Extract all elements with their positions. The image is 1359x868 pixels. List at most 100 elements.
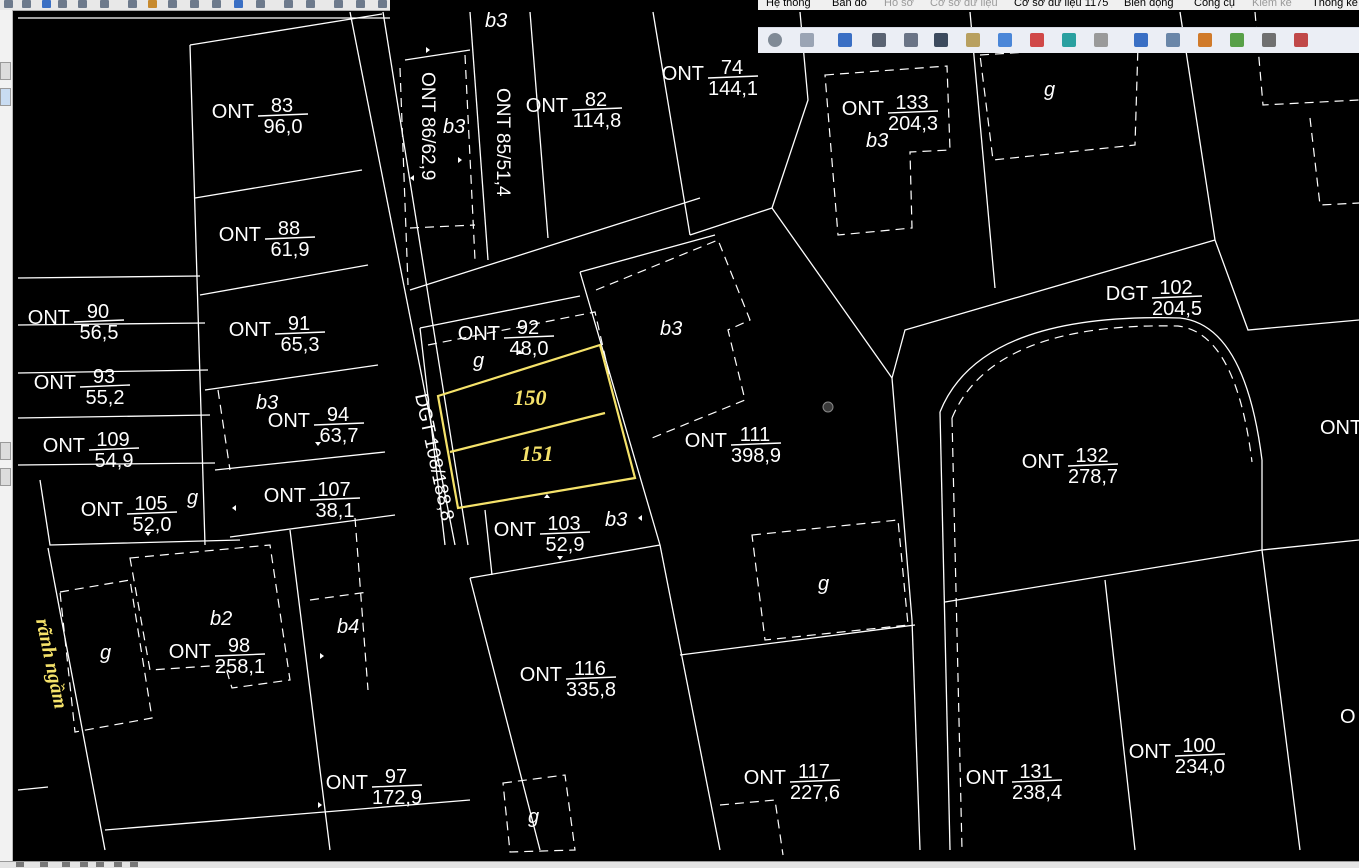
map-icon[interactable]	[1198, 33, 1212, 47]
status-icon	[130, 862, 138, 867]
parcel-label-88[interactable]: ONT 8861,9	[219, 218, 316, 261]
building-label-b2: b2	[210, 608, 232, 630]
menu-item[interactable]: Thống kê	[1312, 0, 1358, 10]
settings-icon[interactable]	[378, 0, 387, 8]
vertical-parcel-label[interactable]: ONT 86/62,9	[417, 72, 438, 180]
parcel-label-133[interactable]: ONT 133204,3	[842, 92, 938, 135]
new-icon[interactable]	[4, 0, 13, 8]
land-type-label: ONT	[494, 519, 536, 541]
parcel-icon[interactable]	[872, 33, 886, 47]
info-icon[interactable]	[768, 33, 782, 47]
land-type-label: ONT	[169, 641, 211, 663]
scroll-up-button[interactable]	[0, 442, 11, 460]
link-icon[interactable]	[998, 33, 1012, 47]
users-icon[interactable]	[838, 33, 852, 47]
cut-icon[interactable]	[356, 0, 365, 8]
parcel-number: 132	[1075, 445, 1108, 467]
globe-icon[interactable]	[42, 0, 51, 8]
refresh-icon[interactable]	[256, 0, 265, 8]
parcel-number: 90	[87, 301, 109, 323]
panel-tab-button[interactable]	[0, 88, 11, 106]
open-icon[interactable]	[22, 0, 31, 8]
parcel-area: 54,9	[95, 450, 134, 472]
zoom-extent-icon[interactable]	[934, 33, 948, 47]
land-type-label: DGT	[1106, 283, 1148, 305]
parcel-label-117[interactable]: ONT 117227,6	[744, 761, 840, 804]
parcel-number: 98	[228, 635, 250, 657]
menu-item[interactable]: Biến động	[1124, 0, 1174, 10]
menu-item[interactable]: Cơ sở dữ liệu	[930, 0, 998, 10]
grid-icon[interactable]	[966, 33, 980, 47]
land-type-label: ONT	[43, 435, 85, 457]
parcel-label-90[interactable]: ONT 9056,5	[28, 301, 125, 344]
dropdown-icon[interactable]	[78, 0, 87, 8]
marker-icon[interactable]	[1062, 33, 1076, 47]
parcel-area: 114,8	[573, 110, 622, 132]
parcel-number: 117	[798, 761, 830, 783]
parcel-label-103[interactable]: ONT 10352,9	[494, 513, 591, 556]
parcel-number: 105	[134, 493, 167, 515]
parcel-number: 93	[93, 366, 115, 388]
menu-item[interactable]: Bản đồ	[832, 0, 867, 10]
parcel-label-111[interactable]: ONT 111398,9	[685, 424, 781, 467]
parcel-area: 65,3	[281, 334, 320, 356]
pan-icon[interactable]	[58, 0, 67, 8]
search-map-icon[interactable]	[904, 33, 918, 47]
parcel-area: 52,0	[133, 514, 172, 536]
layer-icon[interactable]	[234, 0, 243, 8]
snap-icon[interactable]	[190, 0, 199, 8]
grid-icon[interactable]	[212, 0, 221, 8]
building-label-b3: b3	[256, 392, 278, 414]
parcel-label-131[interactable]: ONT 131238,4	[966, 761, 1062, 804]
parcel-label-105[interactable]: ONT 10552,0	[81, 493, 178, 536]
parcel-label-109[interactable]: ONT 10954,9	[43, 429, 140, 472]
menu-item[interactable]: Cơ sở dữ liệu 1175	[1014, 0, 1108, 10]
parcel-label-98[interactable]: ONT 98258,1	[169, 635, 265, 678]
parcel-label-94[interactable]: ONT 9463,7	[268, 404, 365, 447]
parcel-area: 55,2	[86, 387, 125, 409]
window-icon[interactable]	[306, 0, 315, 8]
vertical-parcel-label[interactable]: ONT 85/51,4	[492, 88, 513, 197]
parcel-label-132[interactable]: ONT 132278,7	[1022, 445, 1118, 488]
measure-icon[interactable]	[168, 0, 177, 8]
parcel-label-74[interactable]: ONT 74144,1	[662, 57, 758, 100]
export-icon[interactable]	[1166, 33, 1180, 47]
vertical-parcel-label[interactable]: DGT 108/188,8	[410, 392, 457, 523]
document-icon[interactable]	[1094, 33, 1108, 47]
parcel-area: 258,1	[215, 656, 265, 678]
pencil-icon[interactable]	[148, 0, 157, 8]
parcel-area: 61,9	[271, 239, 310, 261]
select-icon[interactable]	[100, 0, 109, 8]
cadastral-map[interactable]: ONT 8396,0 ONT 82114,8 ONT 74144,1 ONT 133204,3…	[13, 11, 1359, 861]
menu-item[interactable]: Kiểm kê	[1252, 0, 1292, 10]
scroll-down-button[interactable]	[0, 468, 11, 486]
parcel-label-83[interactable]: ONT 8396,0	[212, 95, 309, 138]
parcel-label-100[interactable]: ONT 100234,0	[1129, 735, 1225, 778]
layers-icon[interactable]	[1230, 33, 1244, 47]
highlight-150[interactable]: 150	[514, 385, 547, 410]
copy-icon[interactable]	[334, 0, 343, 8]
parcel-label-107[interactable]: ONT 10738,1	[264, 479, 361, 522]
menu-item[interactable]: Hệ thống	[766, 0, 811, 10]
menu-item[interactable]: Công cụ	[1194, 0, 1235, 10]
parcel-label-82[interactable]: ONT 82114,8	[526, 89, 623, 132]
frame-icon[interactable]	[284, 0, 293, 8]
table-icon[interactable]	[800, 33, 814, 47]
parcel-label-102[interactable]: DGT 102204,5	[1106, 277, 1202, 320]
highlight-151[interactable]: 151	[521, 441, 554, 466]
parcel-area: 227,6	[790, 782, 840, 804]
parcel-area: 172,9	[372, 787, 422, 809]
parcel-label-91[interactable]: ONT 9165,3	[229, 313, 326, 356]
parcel-label-116[interactable]: ONT 116335,8	[520, 658, 616, 701]
parcel-labels: ONT 8396,0 ONT 82114,8 ONT 74144,1 ONT 133204,3…	[28, 57, 1225, 809]
edit-icon[interactable]	[1134, 33, 1148, 47]
parcel-label-97[interactable]: ONT 97172,9	[326, 766, 422, 809]
tools-icon[interactable]	[1262, 33, 1276, 47]
globe-icon[interactable]	[1294, 33, 1308, 47]
panel-toggle-button[interactable]	[0, 62, 11, 80]
land-type-label: ONT	[685, 430, 727, 452]
parcel-number: 97	[385, 766, 407, 788]
menu-item[interactable]: Hồ sơ	[884, 0, 914, 10]
print-icon[interactable]	[128, 0, 137, 8]
clear-selection-icon[interactable]	[1030, 33, 1044, 47]
